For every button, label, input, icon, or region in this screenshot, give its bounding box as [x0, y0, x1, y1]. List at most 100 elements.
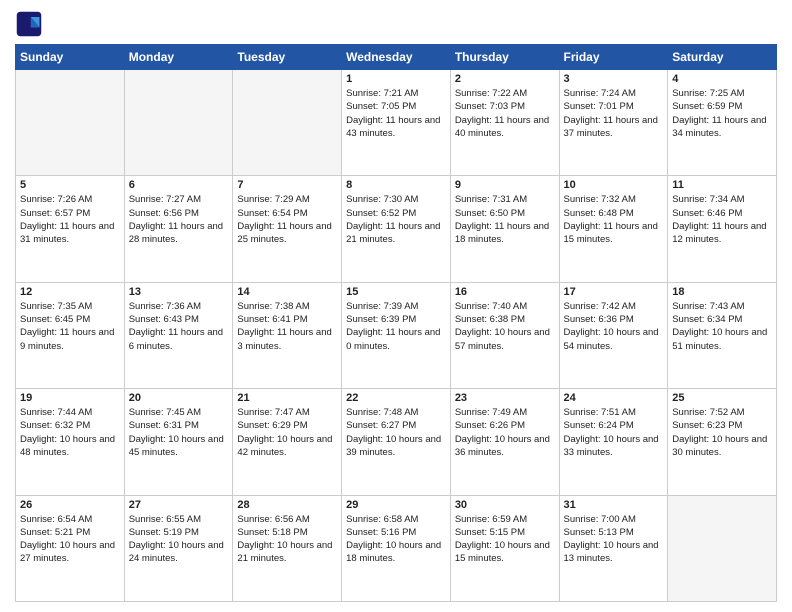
day-number: 8: [346, 179, 446, 191]
week-row-3: 19Sunrise: 7:44 AM Sunset: 6:32 PM Dayli…: [16, 389, 777, 495]
calendar-cell: 18 Sunrise: 7:43 AM Sunset: 6:34 PM Dayli…: [668, 282, 777, 388]
day-info: Sunrise: 7:47 AM Sunset: 6:29 PM Dayligh…: [237, 406, 337, 459]
calendar-cell: 30 Sunrise: 6:59 AM Sunset: 5:15 PM Dayli…: [450, 495, 559, 601]
calendar-cell: 24 Sunrise: 7:51 AM Sunset: 6:24 PM Dayli…: [559, 389, 668, 495]
day-number: 9: [455, 179, 555, 191]
day-number: 18: [672, 286, 772, 298]
calendar-cell: 31 Sunrise: 7:00 AM Sunset: 5:13 PM Dayli…: [559, 495, 668, 601]
col-header-thursday: Thursday: [450, 45, 559, 70]
calendar-cell: 27 Sunrise: 6:55 AM Sunset: 5:19 PM Dayli…: [124, 495, 233, 601]
day-number: 3: [564, 73, 664, 85]
day-info: Sunrise: 6:59 AM Sunset: 5:15 PM Dayligh…: [455, 513, 555, 566]
logo-icon: [15, 10, 43, 38]
day-info: Sunrise: 7:51 AM Sunset: 6:24 PM Dayligh…: [564, 406, 664, 459]
day-info: Sunrise: 7:34 AM Sunset: 6:46 PM Dayligh…: [672, 193, 772, 246]
day-number: 20: [129, 392, 229, 404]
calendar-cell: 14 Sunrise: 7:38 AM Sunset: 6:41 PM Dayli…: [233, 282, 342, 388]
day-number: 15: [346, 286, 446, 298]
calendar-cell: 9 Sunrise: 7:31 AM Sunset: 6:50 PM Daylig…: [450, 176, 559, 282]
calendar-cell: 23 Sunrise: 7:49 AM Sunset: 6:26 PM Dayli…: [450, 389, 559, 495]
day-info: Sunrise: 7:27 AM Sunset: 6:56 PM Dayligh…: [129, 193, 229, 246]
col-header-wednesday: Wednesday: [342, 45, 451, 70]
calendar-header-row: SundayMondayTuesdayWednesdayThursdayFrid…: [16, 45, 777, 70]
day-info: Sunrise: 7:32 AM Sunset: 6:48 PM Dayligh…: [564, 193, 664, 246]
col-header-saturday: Saturday: [668, 45, 777, 70]
calendar-cell: 3 Sunrise: 7:24 AM Sunset: 7:01 PM Daylig…: [559, 70, 668, 176]
day-info: Sunrise: 6:56 AM Sunset: 5:18 PM Dayligh…: [237, 513, 337, 566]
calendar-cell: [124, 70, 233, 176]
day-number: 24: [564, 392, 664, 404]
day-number: 30: [455, 499, 555, 511]
day-number: 31: [564, 499, 664, 511]
calendar-cell: 16 Sunrise: 7:40 AM Sunset: 6:38 PM Dayli…: [450, 282, 559, 388]
day-number: 25: [672, 392, 772, 404]
page: SundayMondayTuesdayWednesdayThursdayFrid…: [0, 0, 792, 612]
day-number: 4: [672, 73, 772, 85]
calendar-cell: [16, 70, 125, 176]
day-info: Sunrise: 7:48 AM Sunset: 6:27 PM Dayligh…: [346, 406, 446, 459]
calendar-cell: 6 Sunrise: 7:27 AM Sunset: 6:56 PM Daylig…: [124, 176, 233, 282]
day-number: 16: [455, 286, 555, 298]
day-number: 23: [455, 392, 555, 404]
calendar-cell: [233, 70, 342, 176]
calendar-cell: [668, 495, 777, 601]
day-number: 28: [237, 499, 337, 511]
calendar-cell: 11 Sunrise: 7:34 AM Sunset: 6:46 PM Dayli…: [668, 176, 777, 282]
header: [15, 10, 777, 38]
col-header-friday: Friday: [559, 45, 668, 70]
calendar-body: 1 Sunrise: 7:21 AM Sunset: 7:05 PM Daylig…: [16, 70, 777, 602]
day-info: Sunrise: 7:42 AM Sunset: 6:36 PM Dayligh…: [564, 300, 664, 353]
calendar-cell: 15 Sunrise: 7:39 AM Sunset: 6:39 PM Dayli…: [342, 282, 451, 388]
day-info: Sunrise: 7:29 AM Sunset: 6:54 PM Dayligh…: [237, 193, 337, 246]
calendar-cell: 5 Sunrise: 7:26 AM Sunset: 6:57 PM Daylig…: [16, 176, 125, 282]
day-number: 6: [129, 179, 229, 191]
calendar-cell: 8 Sunrise: 7:30 AM Sunset: 6:52 PM Daylig…: [342, 176, 451, 282]
day-info: Sunrise: 7:39 AM Sunset: 6:39 PM Dayligh…: [346, 300, 446, 353]
day-info: Sunrise: 7:24 AM Sunset: 7:01 PM Dayligh…: [564, 87, 664, 140]
day-info: Sunrise: 7:21 AM Sunset: 7:05 PM Dayligh…: [346, 87, 446, 140]
day-number: 13: [129, 286, 229, 298]
calendar-cell: 4Sunrise: 7:25 AM Sunset: 6:59 PM Daylig…: [668, 70, 777, 176]
day-number: 10: [564, 179, 664, 191]
day-number: 12: [20, 286, 120, 298]
day-info: Sunrise: 7:45 AM Sunset: 6:31 PM Dayligh…: [129, 406, 229, 459]
day-info: Sunrise: 7:52 AM Sunset: 6:23 PM Dayligh…: [672, 406, 772, 459]
day-info: Sunrise: 7:00 AM Sunset: 5:13 PM Dayligh…: [564, 513, 664, 566]
calendar-cell: 12 Sunrise: 7:35 AM Sunset: 6:45 PM Dayli…: [16, 282, 125, 388]
day-info: Sunrise: 7:31 AM Sunset: 6:50 PM Dayligh…: [455, 193, 555, 246]
day-number: 19: [20, 392, 120, 404]
day-info: Sunrise: 6:55 AM Sunset: 5:19 PM Dayligh…: [129, 513, 229, 566]
day-info: Sunrise: 7:22 AM Sunset: 7:03 PM Dayligh…: [455, 87, 555, 140]
col-header-sunday: Sunday: [16, 45, 125, 70]
day-number: 29: [346, 499, 446, 511]
calendar-cell: 1 Sunrise: 7:21 AM Sunset: 7:05 PM Daylig…: [342, 70, 451, 176]
day-number: 2: [455, 73, 555, 85]
day-number: 7: [237, 179, 337, 191]
day-number: 14: [237, 286, 337, 298]
day-number: 11: [672, 179, 772, 191]
day-number: 27: [129, 499, 229, 511]
day-number: 5: [20, 179, 120, 191]
day-number: 26: [20, 499, 120, 511]
calendar-cell: 7 Sunrise: 7:29 AM Sunset: 6:54 PM Daylig…: [233, 176, 342, 282]
day-number: 1: [346, 73, 446, 85]
calendar-cell: 19Sunrise: 7:44 AM Sunset: 6:32 PM Dayli…: [16, 389, 125, 495]
week-row-4: 26 Sunrise: 6:54 AM Sunset: 5:21 PM Dayli…: [16, 495, 777, 601]
day-info: Sunrise: 7:36 AM Sunset: 6:43 PM Dayligh…: [129, 300, 229, 353]
calendar-cell: 26 Sunrise: 6:54 AM Sunset: 5:21 PM Dayli…: [16, 495, 125, 601]
calendar-cell: 28 Sunrise: 6:56 AM Sunset: 5:18 PM Dayli…: [233, 495, 342, 601]
calendar-cell: 2 Sunrise: 7:22 AM Sunset: 7:03 PM Daylig…: [450, 70, 559, 176]
day-info: Sunrise: 7:40 AM Sunset: 6:38 PM Dayligh…: [455, 300, 555, 353]
day-info: Sunrise: 7:43 AM Sunset: 6:34 PM Dayligh…: [672, 300, 772, 353]
calendar-cell: 10 Sunrise: 7:32 AM Sunset: 6:48 PM Dayli…: [559, 176, 668, 282]
logo: [15, 10, 47, 38]
calendar-cell: 20 Sunrise: 7:45 AM Sunset: 6:31 PM Dayli…: [124, 389, 233, 495]
day-number: 21: [237, 392, 337, 404]
day-info: Sunrise: 7:49 AM Sunset: 6:26 PM Dayligh…: [455, 406, 555, 459]
calendar-table: SundayMondayTuesdayWednesdayThursdayFrid…: [15, 44, 777, 602]
day-info: Sunrise: 7:26 AM Sunset: 6:57 PM Dayligh…: [20, 193, 120, 246]
day-info: Sunrise: 6:54 AM Sunset: 5:21 PM Dayligh…: [20, 513, 120, 566]
day-info: Sunrise: 7:35 AM Sunset: 6:45 PM Dayligh…: [20, 300, 120, 353]
day-info: Sunrise: 7:38 AM Sunset: 6:41 PM Dayligh…: [237, 300, 337, 353]
day-info: Sunrise: 7:30 AM Sunset: 6:52 PM Dayligh…: [346, 193, 446, 246]
